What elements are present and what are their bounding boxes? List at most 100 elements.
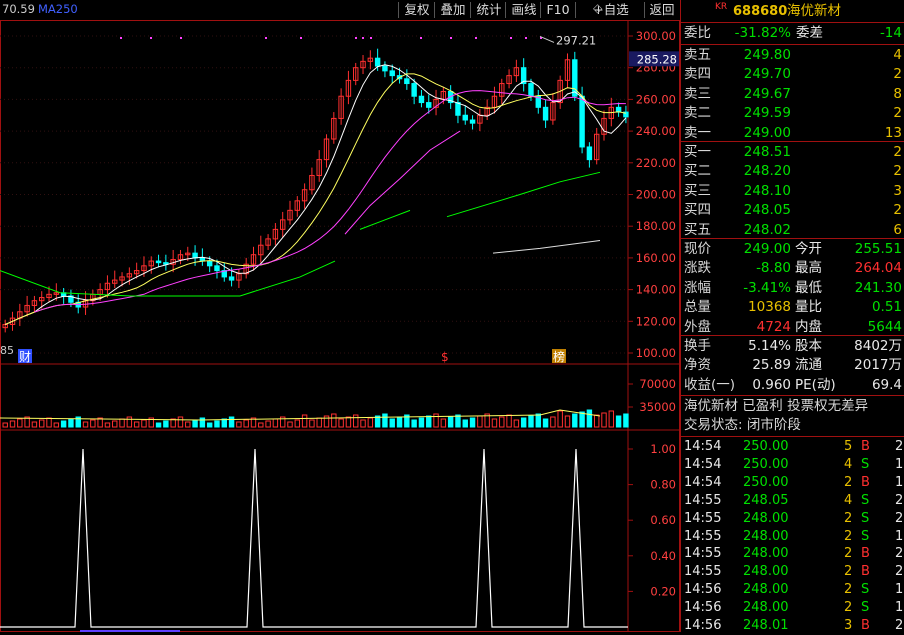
toolbar-button-6[interactable]: 返回 [646, 0, 678, 19]
volume-bar [608, 410, 615, 428]
event-marker: 榜 [553, 349, 565, 364]
volume-bar [214, 420, 220, 428]
price-axis: 300.00280.00260.00240.00220.00200.00180.… [0, 29, 679, 598]
volume-bar [17, 418, 23, 428]
indicator-line [0, 448, 628, 632]
volume-bar [104, 422, 111, 428]
left-bottom-label: 85 [0, 344, 14, 357]
trade-row: 14:55 248.05 4 S 2 [684, 492, 904, 508]
volume-bar [155, 422, 162, 428]
volume-bar [462, 419, 468, 428]
volume-bar [301, 414, 308, 428]
volume-bar [572, 413, 578, 428]
volume-bar [309, 419, 315, 428]
volume-bar [68, 418, 74, 428]
info-line-1: 海优新材 已盈利 投票权无差异 [684, 398, 869, 414]
volume-bar [119, 418, 125, 428]
market-tag: KR [715, 2, 728, 12]
candle-body [462, 114, 468, 121]
volume-bar [557, 410, 563, 428]
info-line-2: 交易状态: 闭市阶段 [684, 417, 801, 433]
trade-row: 14:56 248.00 2 S 1 [684, 582, 904, 598]
volume-bar [206, 422, 213, 428]
toolbar-button-5[interactable]: +自选 [577, 0, 645, 19]
volume-bar [426, 415, 432, 428]
volume-bar [82, 421, 89, 428]
volume-bar [90, 419, 96, 428]
toolbar-button-1[interactable]: 叠加 [436, 0, 470, 19]
trade-row: 14:55 248.00 2 S 1 [684, 528, 904, 544]
volume-bar [542, 418, 549, 428]
trade-row: 14:55 248.00 2 B 2 [684, 546, 904, 562]
volume-bar [199, 417, 206, 428]
ask-row: 卖二 249.59 2 [684, 105, 902, 122]
volume-bar [382, 413, 388, 428]
candle-body [542, 106, 549, 121]
bid-row: 买四 248.05 2 [684, 202, 902, 219]
volume-bar [353, 414, 359, 428]
volume-bar [243, 419, 249, 428]
quote-row: 现价 249.00 今开 255.51 [684, 241, 902, 257]
volume-bar [477, 415, 483, 428]
current-price-tag: 285.28 [637, 52, 677, 66]
candle-body [586, 146, 593, 161]
volume-bar [112, 420, 118, 428]
fundamental-row: 换手 5.14% 股本 8402万 [684, 338, 902, 354]
candle-body [469, 119, 476, 124]
kline-chart[interactable]: 300.00280.00260.00240.00220.00200.00180.… [0, 20, 680, 632]
toolbar-button-2[interactable]: 统计 [472, 0, 506, 19]
volume-bar [513, 419, 520, 428]
indicator-tick: 0.20 [650, 584, 676, 598]
stock-header: KR 688680 海优新材 [681, 2, 904, 21]
bid-row: 买二 248.20 2 [684, 163, 902, 180]
toolbar-button-0[interactable]: 复权 [400, 0, 434, 19]
indicator-tick: 0.80 [650, 478, 676, 492]
ask-row: 卖三 249.67 8 [684, 85, 902, 102]
bid-row: 买五 248.02 6 [684, 221, 902, 238]
candle-body [206, 260, 213, 267]
price-tick: 180.00 [636, 219, 676, 233]
volume-bar [491, 418, 498, 428]
toolbar-button-3[interactable]: 画线 [507, 0, 541, 19]
volume-bar [520, 417, 527, 428]
candle-body [411, 83, 417, 97]
volume-bar [272, 418, 279, 428]
stock-code: 688680 [733, 4, 788, 19]
volume-bar [39, 419, 45, 428]
volume-bar [447, 416, 454, 428]
volume-bar [221, 418, 227, 428]
toolbar: 70.59 MA250 复权 叠加 统计 画线 F10 +自选 返回 ◇ [0, 0, 680, 20]
volume-bar [469, 417, 476, 428]
ma60-line [0, 260, 336, 297]
high-annotation: 297.21 [556, 33, 596, 47]
volume-bar [550, 416, 556, 428]
volume-bar [586, 409, 593, 428]
volume-bar [593, 414, 600, 428]
ma60-line [446, 171, 601, 218]
price-tick: 140.00 [636, 283, 676, 297]
volume-bar [294, 419, 301, 428]
candle-body [192, 252, 198, 259]
bid-row: 买一 248.51 2 [684, 144, 902, 160]
volume-bar [389, 418, 395, 428]
volume-bar [258, 422, 264, 428]
quote-panel: KR 688680 海优新材 委比 -31.82% 委差 -14 卖五 249.8… [680, 0, 904, 633]
wei-cha-value: -14 [879, 25, 902, 41]
quote-row: 总量 10368 量比 0.51 [684, 299, 902, 316]
volume-bar [345, 416, 352, 428]
event-marker: $ [441, 350, 449, 364]
diamond-icon[interactable]: ◇ [593, 1, 602, 15]
volume-bar [455, 414, 461, 428]
price-tick: 220.00 [636, 156, 676, 170]
volume-bar [601, 412, 607, 428]
volume-bar [287, 421, 293, 428]
volume-bar [133, 421, 140, 428]
trade-row: 14:54 250.00 4 S 1 [684, 456, 904, 472]
volume-bars [0, 409, 629, 428]
volume-bar [396, 416, 403, 428]
candle-body [228, 276, 235, 281]
toolbar-button-4[interactable]: F10 [542, 0, 574, 19]
candle-body [155, 260, 162, 264]
ask-row: 卖一 249.00 13 [684, 124, 902, 141]
ma120-line [492, 239, 601, 254]
